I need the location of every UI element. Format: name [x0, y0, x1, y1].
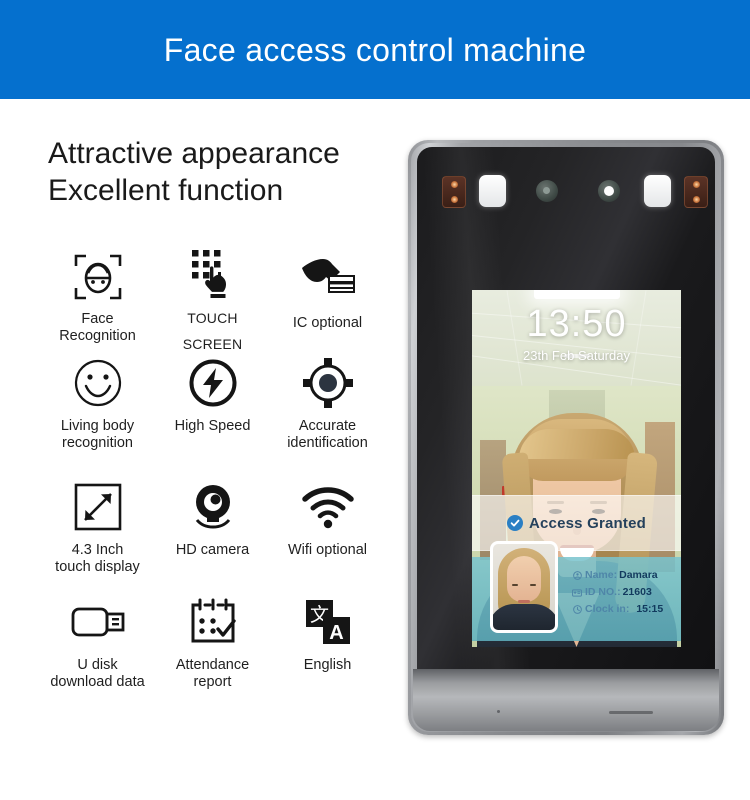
feature-high-speed: High Speed: [155, 345, 270, 469]
user-photo-thumbnail: [490, 541, 558, 633]
info-row-name: Name: Damara: [572, 569, 675, 582]
feature-row: U disk download data Attendance report 文…: [40, 584, 385, 694]
feature-touch-display-size: 4.3 Inch touch display: [40, 469, 155, 584]
sensor-array: [426, 154, 715, 228]
feature-label: IC optional: [292, 315, 363, 331]
ceiling-light-far: [563, 354, 590, 358]
rgb-camera-lens-icon: [598, 180, 620, 202]
user-info-panel: Name: Damara ID NO.: 21603 Clock in: 15:…: [472, 541, 681, 641]
feature-label: HD camera: [175, 542, 250, 558]
id-label: ID NO.:: [585, 586, 621, 598]
feature-row: Face Recognition TOUCH SCREEN IC optiona…: [40, 248, 385, 352]
feature-wifi: Wifi optional: [270, 469, 385, 584]
person-icon: [572, 571, 582, 581]
wifi-icon: [301, 477, 355, 537]
feature-living-body-recognition: Living body recognition: [40, 345, 155, 469]
fill-light-right-icon: [644, 175, 671, 207]
fill-light-left-icon: [479, 175, 506, 207]
feature-label: Wifi optional: [288, 542, 367, 558]
feature-label: High Speed: [174, 418, 251, 434]
access-granted-text: Access Granted: [528, 514, 647, 532]
feature-row: 4.3 Inch touch display HD camera Wifi op…: [40, 469, 385, 584]
device-bottom-chin: [413, 669, 719, 731]
id-card-icon: [572, 588, 582, 598]
ic-card-icon: [299, 248, 357, 310]
feature-face-recognition: Face Recognition: [40, 248, 155, 345]
touch-screen-icon: [188, 248, 238, 300]
page-header-banner: Face access control machine: [0, 0, 750, 99]
feature-label: 4.3 Inch touch display: [55, 542, 140, 575]
feature-label: U disk download data: [50, 657, 145, 690]
info-row-id: ID NO.: 21603: [572, 586, 675, 599]
clock-icon: [572, 605, 582, 615]
ir-camera-lens-icon: [536, 180, 558, 202]
target-crosshair-icon: [302, 353, 354, 413]
feature-label: Living body recognition: [60, 418, 135, 451]
svg-text:A: A: [329, 622, 343, 644]
smiley-face-icon: [73, 353, 123, 413]
headline-line-2: Excellent function: [48, 174, 284, 207]
feature-row: Living body recognition High Speed Accur…: [40, 345, 385, 469]
feature-ic-card: IC optional: [270, 248, 385, 345]
headline-block: Attractive appearance Excellent function: [48, 135, 408, 209]
check-circle-icon: [506, 515, 523, 531]
calendar-check-icon: [187, 592, 239, 652]
usb-drive-icon: [70, 592, 126, 652]
feature-touch-screen: TOUCH SCREEN: [155, 248, 270, 352]
clock-in-label: Clock in:: [585, 603, 630, 615]
speaker-slot: [609, 711, 653, 714]
feature-label: English: [303, 657, 352, 673]
name-value: Damara: [619, 569, 658, 581]
webcam-icon: [187, 477, 239, 537]
ceiling: [472, 290, 681, 386]
ir-emitter-right-icon: [684, 176, 708, 208]
feature-label: Face Recognition: [59, 311, 136, 344]
feature-label: Accurate identification: [287, 418, 368, 451]
info-row-clock-in: Clock in: 15:15: [572, 603, 675, 616]
lightning-bolt-icon: [188, 353, 238, 413]
id-value: 21603: [622, 586, 652, 598]
feature-grid: Face Recognition TOUCH SCREEN IC optiona…: [40, 248, 385, 694]
feature-hd-camera: HD camera: [155, 469, 270, 584]
feature-label: Attendance report: [175, 657, 250, 690]
status-pinhole: [497, 710, 500, 713]
clock-in-value: 15:15: [636, 603, 664, 615]
user-info-rows: Name: Damara ID NO.: 21603 Clock in: 15:…: [572, 569, 675, 620]
ir-emitter-left-icon: [442, 176, 466, 208]
translate-icon: 文 A: [304, 592, 352, 652]
face-access-terminal-device: 13:50 23th Feb Saturday Access Granted N…: [408, 140, 724, 735]
ceiling-light: [533, 290, 620, 299]
feature-attendance-report: Attendance report: [155, 584, 270, 694]
page-title: Face access control machine: [163, 31, 587, 68]
feature-u-disk: U disk download data: [40, 584, 155, 694]
face-recognition-icon: [72, 248, 124, 306]
device-lcd-screen[interactable]: 13:50 23th Feb Saturday Access Granted N…: [472, 290, 681, 647]
headline-line-1: Attractive appearance: [48, 137, 340, 170]
device-front-glass: 13:50 23th Feb Saturday Access Granted N…: [417, 147, 715, 714]
feature-accurate-identification: Accurate identification: [270, 345, 385, 469]
name-label: Name:: [585, 569, 618, 581]
diagonal-screen-icon: [73, 477, 123, 537]
feature-language-english: 文 A English: [270, 584, 385, 694]
